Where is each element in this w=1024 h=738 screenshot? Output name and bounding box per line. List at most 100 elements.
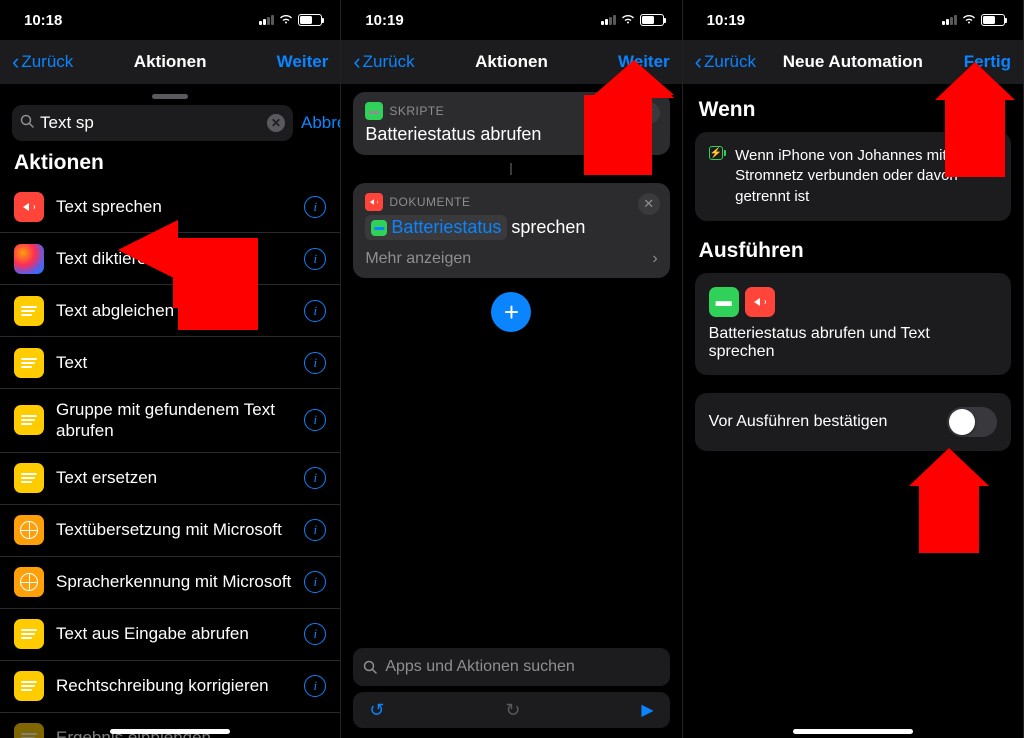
battery-icon: ▬ (709, 287, 739, 317)
back-button[interactable]: ‹Zurück (695, 51, 756, 73)
card-title: ▬Batteriestatus sprechen (365, 215, 657, 240)
close-icon[interactable]: ✕ (638, 102, 660, 124)
next-button[interactable]: Weiter (277, 52, 329, 72)
section-run: Ausführen (683, 225, 1023, 269)
bottom-search-field[interactable]: Apps und Aktionen suchen (353, 648, 669, 686)
chevron-left-icon: ‹ (353, 51, 360, 73)
list-item[interactable]: Text abgleicheni (0, 285, 340, 337)
info-icon[interactable]: i (304, 623, 326, 645)
show-more-row[interactable]: Mehr anzeigen› (365, 250, 657, 268)
add-action-button[interactable]: + (491, 292, 531, 332)
info-icon[interactable]: i (304, 248, 326, 270)
action-text: Batteriestatus abrufen und Text sprechen (709, 325, 997, 361)
card-title: Batteriestatus abrufen (365, 124, 657, 145)
search-icon (20, 114, 34, 132)
info-icon[interactable]: i (304, 467, 326, 489)
list-item[interactable]: Text sprecheni (0, 181, 340, 233)
screen-automation-summary: 10:19 ‹Zurück Neue Automation Fertig Wen… (683, 0, 1024, 738)
status-icons (259, 12, 322, 29)
cellular-icon (601, 15, 616, 25)
condition-text: Wenn iPhone von Johannes mit dem Stromne… (735, 146, 997, 207)
screen-automation-editor: 10:19 ‹Zurück Aktionen Weiter ▬SKRIPTE B… (341, 0, 682, 738)
text-icon (14, 671, 44, 701)
text-icon (14, 405, 44, 435)
undo-button[interactable]: ↺ (369, 700, 384, 721)
battery-icon (298, 14, 322, 26)
text-icon (14, 348, 44, 378)
list-item[interactable]: Spracherkennung mit Microsofti (0, 557, 340, 609)
list-item[interactable]: Gruppe mit gefundenem Text abrufeni (0, 389, 340, 453)
status-bar: 10:18 (0, 0, 340, 40)
nav-bar: ‹Zurück Aktionen Weiter (0, 40, 340, 84)
sheet-handle[interactable] (152, 94, 188, 99)
done-button[interactable]: Fertig (964, 52, 1011, 72)
list-item[interactable]: Textübersetzung mit Microsofti (0, 505, 340, 557)
chevron-left-icon: ‹ (695, 51, 702, 73)
info-icon[interactable]: i (304, 352, 326, 374)
card-category: ▬SKRIPTE (365, 102, 657, 120)
info-icon[interactable]: i (304, 519, 326, 541)
chevron-right-icon: › (652, 250, 657, 268)
status-time: 10:18 (24, 12, 62, 29)
info-icon[interactable]: i (304, 300, 326, 322)
text-icon (14, 463, 44, 493)
list-item[interactable]: Text diktiereni (0, 233, 340, 285)
action-card-scripts[interactable]: ▬SKRIPTE Batteriestatus abrufen ✕ (353, 92, 669, 155)
list-item[interactable]: Rechtschreibung korrigiereni (0, 661, 340, 713)
info-icon[interactable]: i (304, 196, 326, 218)
search-input[interactable] (40, 113, 261, 133)
chevron-left-icon: ‹ (12, 51, 19, 73)
speaker-icon (745, 287, 775, 317)
wifi-icon (620, 12, 636, 29)
condition-panel[interactable]: ⚡ Wenn iPhone von Johannes mit dem Strom… (695, 132, 1011, 221)
home-indicator[interactable] (793, 729, 913, 734)
confirm-toggle-row: Vor Ausführen bestätigen (695, 393, 1011, 451)
battery-icon: ▬ (365, 102, 383, 120)
play-button[interactable]: ▶ (641, 700, 653, 720)
redo-button[interactable]: ↻ (505, 700, 520, 721)
list-item[interactable]: Ergebnis einblenden (0, 713, 340, 738)
clear-icon[interactable]: ✕ (267, 114, 285, 132)
back-button[interactable]: ‹Zurück (12, 51, 73, 73)
info-icon[interactable]: i (304, 675, 326, 697)
cellular-icon (259, 15, 274, 25)
screen-actions-search: 10:18 ‹Zurück Aktionen Weiter ✕ Abbreche… (0, 0, 341, 738)
action-icons: ▬ (709, 287, 997, 317)
bottom-toolbar: ↺ ↻ ▶ (353, 692, 669, 728)
back-button[interactable]: ‹Zurück (353, 51, 414, 73)
section-when: Wenn (683, 84, 1023, 128)
cancel-button[interactable]: Abbrechen (301, 113, 341, 133)
wifi-icon (961, 12, 977, 29)
search-row: ✕ Abbrechen (0, 105, 340, 151)
battery-icon (981, 14, 1005, 26)
home-indicator[interactable] (110, 729, 230, 734)
section-title: Aktionen (0, 151, 340, 181)
info-icon[interactable]: i (304, 409, 326, 431)
search-field[interactable]: ✕ (12, 105, 293, 141)
list-item[interactable]: Text ersetzeni (0, 453, 340, 505)
status-bar: 10:19 (341, 0, 681, 40)
connector-line (510, 163, 512, 175)
list-item[interactable]: Texti (0, 337, 340, 389)
cellular-icon (942, 15, 957, 25)
info-icon[interactable]: i (304, 571, 326, 593)
next-button[interactable]: Weiter (618, 52, 670, 72)
action-panel[interactable]: ▬ Batteriestatus abrufen und Text sprech… (695, 273, 1011, 375)
speaker-icon (365, 193, 383, 211)
status-icons (601, 12, 664, 29)
annotation-arrow (889, 448, 989, 558)
close-icon[interactable]: ✕ (638, 193, 660, 215)
confirm-label: Vor Ausführen bestätigen (709, 413, 888, 431)
actions-list: Text sprecheni Text diktiereni Text abgl… (0, 181, 340, 738)
variable-pill[interactable]: ▬Batteriestatus (365, 215, 507, 240)
search-placeholder: Apps und Aktionen suchen (385, 658, 574, 676)
list-item[interactable]: Text aus Eingabe abrufeni (0, 609, 340, 661)
globe-icon (14, 567, 44, 597)
status-time: 10:19 (707, 12, 745, 29)
battery-icon (640, 14, 664, 26)
action-card-documents[interactable]: DOKUMENTE ▬Batteriestatus sprechen ✕ Meh… (353, 183, 669, 278)
confirm-toggle[interactable] (947, 407, 997, 437)
nav-bar: ‹Zurück Neue Automation Fertig (683, 40, 1023, 84)
speaker-icon (14, 192, 44, 222)
text-icon (14, 619, 44, 649)
